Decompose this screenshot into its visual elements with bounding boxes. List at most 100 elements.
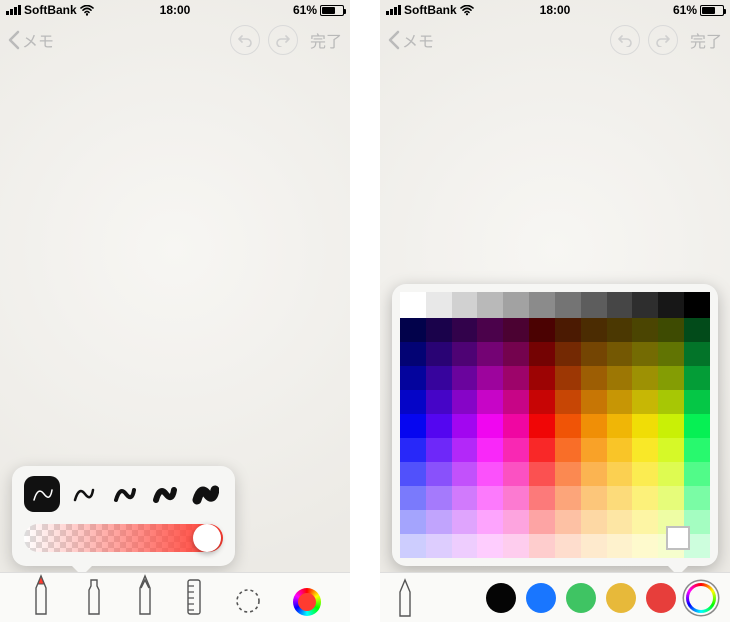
- color-grid-cell[interactable]: [581, 462, 607, 486]
- color-swatch-yellow[interactable]: [606, 583, 636, 613]
- color-grid-cell[interactable]: [555, 292, 581, 318]
- color-grid-cell[interactable]: [632, 438, 658, 462]
- color-grid-cell[interactable]: [529, 390, 555, 414]
- undo-button[interactable]: [230, 25, 260, 55]
- color-grid-cell[interactable]: [684, 292, 710, 318]
- color-grid-cell[interactable]: [632, 342, 658, 366]
- color-grid-cell[interactable]: [632, 292, 658, 318]
- color-grid-cell[interactable]: [658, 462, 684, 486]
- color-grid-cell[interactable]: [503, 462, 529, 486]
- color-grid-cell[interactable]: [426, 366, 452, 390]
- color-grid-cell[interactable]: [426, 486, 452, 510]
- stroke-width-option[interactable]: [146, 476, 182, 512]
- color-grid-cell[interactable]: [400, 414, 426, 438]
- undo-button[interactable]: [610, 25, 640, 55]
- color-grid-cell[interactable]: [400, 462, 426, 486]
- stroke-width-option[interactable]: [106, 476, 142, 512]
- color-grid-cell[interactable]: [477, 414, 503, 438]
- color-grid-cell[interactable]: [400, 486, 426, 510]
- color-grid-cell[interactable]: [477, 534, 503, 558]
- color-grid-cell[interactable]: [632, 462, 658, 486]
- color-grid-cell[interactable]: [632, 414, 658, 438]
- color-grid-cell[interactable]: [684, 318, 710, 342]
- redo-button[interactable]: [648, 25, 678, 55]
- opacity-slider[interactable]: [24, 524, 223, 552]
- color-grid-cell[interactable]: [684, 486, 710, 510]
- color-grid-cell[interactable]: [400, 438, 426, 462]
- color-grid-cell[interactable]: [426, 342, 452, 366]
- color-grid-cell[interactable]: [607, 390, 633, 414]
- pen-tool[interactable]: [29, 574, 53, 616]
- marker-tool[interactable]: [83, 576, 105, 616]
- color-grid-cell[interactable]: [607, 292, 633, 318]
- color-grid-cell[interactable]: [477, 318, 503, 342]
- color-grid-cell[interactable]: [503, 510, 529, 534]
- color-grid-cell[interactable]: [555, 318, 581, 342]
- color-grid-cell[interactable]: [684, 390, 710, 414]
- color-grid-cell[interactable]: [684, 462, 710, 486]
- color-grid-cell[interactable]: [607, 534, 633, 558]
- color-grid-cell[interactable]: [426, 438, 452, 462]
- stroke-width-option[interactable]: [187, 476, 223, 512]
- color-grid-cell[interactable]: [555, 438, 581, 462]
- color-grid-cell[interactable]: [658, 486, 684, 510]
- color-grid-cell[interactable]: [477, 292, 503, 318]
- color-grid-cell[interactable]: [400, 390, 426, 414]
- lasso-tool[interactable]: [233, 586, 263, 616]
- color-grid-cell[interactable]: [529, 366, 555, 390]
- color-grid-cell[interactable]: [477, 438, 503, 462]
- color-grid-cell[interactable]: [400, 292, 426, 318]
- color-grid-cell[interactable]: [555, 534, 581, 558]
- color-grid-cell[interactable]: [503, 534, 529, 558]
- opacity-slider-knob[interactable]: [193, 524, 221, 552]
- color-grid-cell[interactable]: [426, 462, 452, 486]
- color-grid-cell[interactable]: [607, 438, 633, 462]
- color-grid-cell[interactable]: [477, 486, 503, 510]
- color-swatch-red[interactable]: [646, 583, 676, 613]
- color-grid-cell[interactable]: [658, 366, 684, 390]
- color-grid-cell[interactable]: [632, 390, 658, 414]
- color-grid-cell[interactable]: [503, 366, 529, 390]
- done-button[interactable]: 完了: [310, 28, 342, 52]
- color-grid-cell[interactable]: [581, 486, 607, 510]
- color-grid-cell[interactable]: [555, 366, 581, 390]
- color-grid-cell[interactable]: [452, 534, 478, 558]
- color-grid-cell[interactable]: [607, 414, 633, 438]
- color-grid-cell[interactable]: [400, 342, 426, 366]
- color-grid-cell[interactable]: [529, 414, 555, 438]
- color-grid-cell[interactable]: [632, 486, 658, 510]
- color-grid-cell[interactable]: [632, 366, 658, 390]
- color-grid-cell[interactable]: [607, 486, 633, 510]
- color-swatch-rainbow[interactable]: [686, 583, 716, 613]
- color-grid-cell[interactable]: [581, 534, 607, 558]
- color-grid-cell[interactable]: [452, 366, 478, 390]
- done-button[interactable]: 完了: [690, 28, 722, 52]
- color-grid-cell[interactable]: [400, 534, 426, 558]
- color-grid-cell[interactable]: [607, 510, 633, 534]
- color-grid-cell[interactable]: [581, 318, 607, 342]
- back-button[interactable]: メモ: [388, 28, 434, 52]
- color-grid-cell[interactable]: [607, 318, 633, 342]
- color-grid-cell[interactable]: [658, 292, 684, 318]
- stroke-width-option[interactable]: [24, 476, 60, 512]
- color-grid-cell[interactable]: [400, 510, 426, 534]
- color-grid-cell[interactable]: [452, 342, 478, 366]
- color-grid-cell[interactable]: [555, 510, 581, 534]
- color-grid-cell[interactable]: [426, 510, 452, 534]
- color-grid-cell[interactable]: [426, 534, 452, 558]
- color-grid-cell[interactable]: [503, 292, 529, 318]
- color-grid-cell[interactable]: [452, 438, 478, 462]
- color-grid-cell[interactable]: [581, 292, 607, 318]
- pen-tool[interactable]: [394, 578, 416, 618]
- color-grid-cell[interactable]: [452, 318, 478, 342]
- color-grid-cell[interactable]: [503, 486, 529, 510]
- color-grid-cell[interactable]: [632, 534, 658, 558]
- color-grid-cell[interactable]: [503, 390, 529, 414]
- pencil-tool[interactable]: [135, 574, 155, 616]
- color-grid-cell[interactable]: [452, 510, 478, 534]
- color-grid-cell[interactable]: [426, 292, 452, 318]
- color-grid-cell[interactable]: [426, 414, 452, 438]
- color-grid-cell[interactable]: [452, 292, 478, 318]
- color-grid-cell[interactable]: [477, 510, 503, 534]
- color-grid-cell[interactable]: [555, 414, 581, 438]
